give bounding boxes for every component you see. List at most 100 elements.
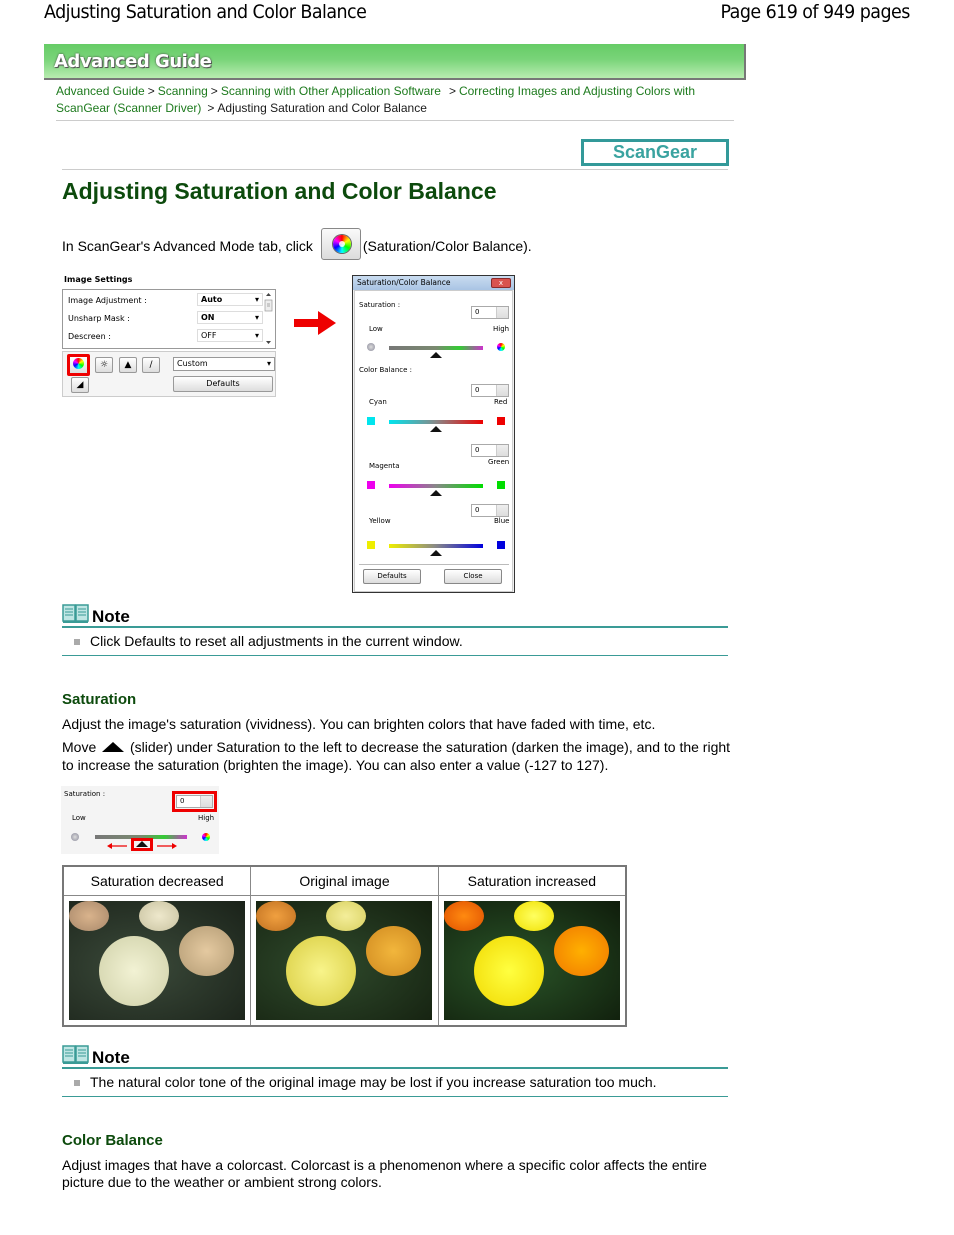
bullet-icon <box>74 639 80 645</box>
breadcrumb: Advanced Guide > Scanning > Scanning with Ot… <box>56 83 736 117</box>
low-label: Low <box>369 325 383 333</box>
yellow-label: Yellow <box>369 517 391 525</box>
descreen-label: Descreen : <box>68 332 111 341</box>
book-icon <box>62 604 89 623</box>
note-header: Note <box>62 604 728 628</box>
saturation-value-input[interactable]: 0 <box>471 306 509 319</box>
cyan-red-value-input[interactable]: 0 <box>471 384 509 397</box>
flower-photo-original <box>256 900 433 1020</box>
slider-icon <box>102 742 125 752</box>
saturation-label: Saturation : <box>359 301 401 309</box>
note-box: Note Click Defaults to reset all adjustm… <box>62 604 728 656</box>
high-saturation-icon <box>202 833 210 841</box>
color-balance-para: Adjust images that have a colorcast. Col… <box>62 1157 707 1190</box>
saturation-slider-thumb[interactable] <box>430 352 442 358</box>
breadcrumb-separator: > <box>448 84 456 98</box>
intro-after: (Saturation/Color Balance). <box>362 238 532 254</box>
final-review-tool[interactable]: ◢ <box>71 377 89 393</box>
breadcrumb-advanced-guide[interactable]: Advanced Guide <box>56 84 145 98</box>
cyan-red-slider-track[interactable] <box>389 420 483 424</box>
histogram-icon: ▲ <box>124 360 132 370</box>
note-item: Click Defaults to reset all adjustments … <box>62 628 728 656</box>
para2-before: Move <box>62 739 97 755</box>
histogram-tool[interactable]: ▲ <box>119 357 137 373</box>
dialog-divider <box>359 564 509 565</box>
dialog-close-button[interactable]: Close <box>444 569 502 584</box>
magenta-green-slider-thumb[interactable] <box>430 490 442 496</box>
saturation-para-2: Move (slider) under Saturation to the le… <box>62 738 732 774</box>
image-adjustment-select[interactable]: Auto <box>197 293 263 306</box>
saturation-para-1: Adjust the image's saturation (vividness… <box>62 716 656 732</box>
unsharp-mask-select[interactable]: ON <box>197 311 263 324</box>
crop-low-label: Low <box>72 814 86 822</box>
brightness-icon: ☼ <box>99 360 109 370</box>
crop-saturation-input[interactable]: 0 <box>176 795 213 808</box>
cyan-red-slider-thumb[interactable] <box>430 426 442 432</box>
breadcrumb-current: Adjusting Saturation and Color Balance <box>217 101 427 115</box>
dialog-close-icon[interactable]: x <box>491 278 511 288</box>
image-cell <box>250 894 439 1027</box>
image-cell <box>62 894 252 1027</box>
saturation-color-balance-tool[interactable] <box>67 354 90 376</box>
red-label: Red <box>494 398 508 406</box>
descreen-select[interactable]: OFF <box>197 329 263 342</box>
saturation-heading: Saturation <box>62 691 137 708</box>
breadcrumb-separator: > <box>207 101 215 115</box>
blue-swatch <box>497 541 505 549</box>
image-settings-defaults-button[interactable]: Defaults <box>173 376 273 392</box>
high-label: High <box>493 325 510 333</box>
bullet-icon <box>74 1080 80 1086</box>
magenta-green-value-input[interactable]: 0 <box>471 444 509 457</box>
note-text: The natural color tone of the original i… <box>90 1074 657 1090</box>
image-settings-list: Image Adjustment : Auto Unsharp Mask : O… <box>62 289 276 349</box>
low-saturation-icon <box>367 343 375 351</box>
yellow-blue-value-input[interactable]: 0 <box>471 504 509 517</box>
breadcrumb-scanning[interactable]: Scanning <box>158 84 208 98</box>
green-label: Green <box>488 458 510 466</box>
image-settings-title: Image Settings <box>64 275 133 284</box>
tone-curve-tool[interactable]: ∕ <box>142 357 160 373</box>
saturation-color-balance-button[interactable] <box>320 228 361 261</box>
page-title: Adjusting Saturation and Color Balance <box>62 178 497 204</box>
intro-text: In ScanGear's Advanced Mode tab, click (… <box>62 221 532 271</box>
saturation-color-balance-dialog: Saturation/Color Balance x Saturation : … <box>352 275 515 593</box>
preset-select[interactable]: Custom <box>173 357 275 371</box>
yellow-blue-slider-track[interactable] <box>389 544 483 548</box>
cyan-label: Cyan <box>369 398 387 406</box>
breadcrumb-other-app-software[interactable]: Scanning with Other Application Software <box>221 84 441 98</box>
crop-high-label: High <box>198 814 215 822</box>
brightness-contrast-tool[interactable]: ☼ <box>95 357 113 373</box>
right-arrow-icon <box>294 311 336 335</box>
saturation-slider-track[interactable] <box>389 346 483 350</box>
breadcrumb-separator: > <box>147 84 155 98</box>
book-icon <box>62 1045 89 1064</box>
intro-before: In ScanGear's Advanced Mode tab, click <box>62 238 313 254</box>
dialog-body: Saturation : 0 Low High Color Balance : … <box>354 290 513 592</box>
image-settings-toolbar: ☼ ▲ ∕ ◢ Custom Defaults <box>62 351 276 397</box>
saturation-comparison-table: Saturation decreased Original image Satu… <box>62 865 627 1027</box>
left-right-arrows-icon <box>107 843 177 849</box>
scangear-logo: ScanGear <box>581 139 729 166</box>
yellow-blue-slider-thumb[interactable] <box>430 550 442 556</box>
scangear-logo-text: ScanGear <box>612 142 698 162</box>
advanced-guide-banner: Advanced Guide <box>44 44 746 80</box>
scrollbar[interactable] <box>263 291 274 347</box>
breadcrumb-separator: > <box>210 84 218 98</box>
dialog-defaults-button[interactable]: Defaults <box>363 569 421 584</box>
note-text: Click Defaults to reset all adjustments … <box>90 633 463 649</box>
document-title: Adjusting Saturation and Color Balance <box>44 1 367 23</box>
yellow-swatch <box>367 541 375 549</box>
low-saturation-icon <box>71 833 79 841</box>
color-wheel-icon <box>332 235 351 254</box>
column-header: Saturation decreased <box>62 865 252 896</box>
red-swatch <box>497 417 505 425</box>
magenta-label: Magenta <box>369 462 400 470</box>
note-item: The natural color tone of the original i… <box>62 1069 728 1097</box>
banner-title: Advanced Guide <box>54 51 212 72</box>
green-swatch <box>497 481 505 489</box>
magenta-green-slider-track[interactable] <box>389 484 483 488</box>
crop-saturation-label: Saturation : <box>64 790 106 798</box>
flower-photo-desaturated <box>69 900 246 1020</box>
color-balance-heading: Color Balance <box>62 1132 163 1149</box>
magenta-swatch <box>367 481 375 489</box>
